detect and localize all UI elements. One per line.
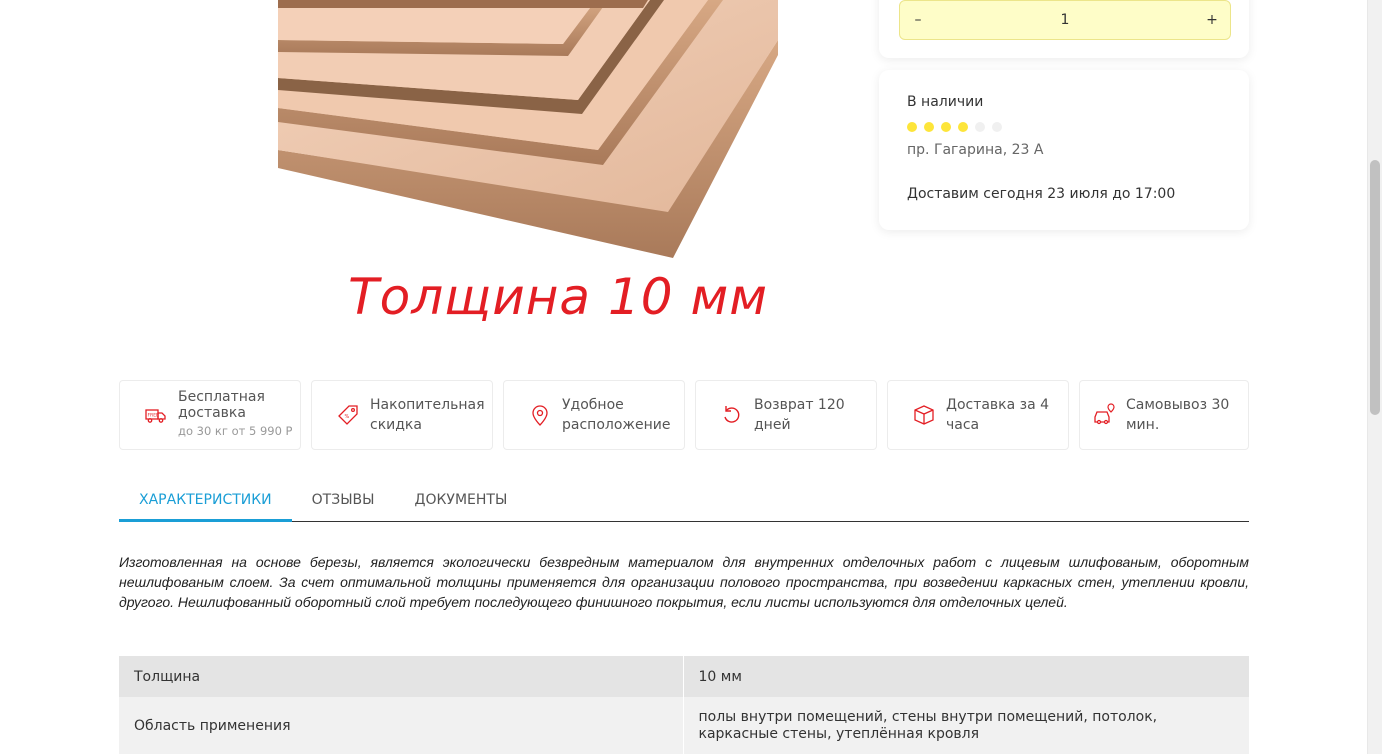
stock-status: В наличии bbox=[907, 94, 984, 110]
quantity-increase-button[interactable]: + bbox=[1194, 1, 1230, 39]
scrollbar-thumb[interactable] bbox=[1370, 160, 1380, 415]
feature-label: Накопительная скидка bbox=[370, 397, 485, 433]
box-icon bbox=[914, 405, 934, 425]
product-image: Толщина 10 мм bbox=[278, 0, 838, 345]
stock-level-dot bbox=[958, 122, 968, 132]
tab-characteristics[interactable]: ХАРАКТЕРИСТИКИ bbox=[119, 482, 292, 522]
spec-key: Область применения bbox=[119, 697, 684, 754]
feature-pickup: Самовывоз 30 мин. bbox=[1079, 380, 1249, 450]
stock-level-dot bbox=[941, 122, 951, 132]
features-bar: FREE Бесплатная доставка до 30 кг от 5 9… bbox=[119, 380, 1249, 450]
car-pickup-icon bbox=[1094, 403, 1115, 425]
store-address: пр. Гагарина, 23 А bbox=[907, 142, 1044, 158]
page-scrollbar[interactable] bbox=[1367, 0, 1382, 754]
feature-sublabel: до 30 кг от 5 990 Р bbox=[178, 424, 293, 438]
specs-table: Толщина 10 мм Область применения полы вн… bbox=[119, 656, 1249, 754]
product-description: Изготовленная на основе березы, является… bbox=[119, 554, 1249, 610]
tab-reviews[interactable]: ОТЗЫВЫ bbox=[292, 482, 395, 522]
quantity-stepper: – 1 + bbox=[899, 0, 1231, 40]
feature-location: Удобное расположение bbox=[503, 380, 685, 450]
feature-label: Возврат 120 дней bbox=[754, 397, 845, 433]
feature-label: Доставка за 4 часа bbox=[946, 397, 1050, 433]
svg-text:FREE: FREE bbox=[148, 413, 160, 419]
quantity-card: – 1 + bbox=[879, 0, 1249, 58]
table-row: Область применения полы внутри помещений… bbox=[119, 697, 1249, 754]
table-row: Толщина 10 мм bbox=[119, 656, 1249, 697]
feature-discount: % Накопительная скидка bbox=[311, 380, 493, 450]
feature-label: Бесплатная доставка bbox=[178, 389, 265, 421]
quantity-decrease-button[interactable]: – bbox=[900, 1, 936, 39]
stock-level-dot bbox=[907, 122, 917, 132]
stock-card: В наличии пр. Гагарина, 23 А Доставим се… bbox=[879, 70, 1249, 230]
discount-tag-icon: % bbox=[338, 405, 358, 425]
spec-key: Толщина bbox=[119, 656, 684, 697]
stock-level-indicator bbox=[907, 122, 1221, 132]
spec-value: 10 мм bbox=[683, 656, 1249, 697]
feature-label: Самовывоз 30 мин. bbox=[1126, 397, 1230, 433]
product-thickness-caption: Толщина 10 мм bbox=[348, 268, 768, 326]
spec-value: полы внутри помещений, стены внутри поме… bbox=[683, 697, 1249, 754]
return-arrow-icon bbox=[724, 406, 740, 423]
stock-level-dot bbox=[924, 122, 934, 132]
location-pin-icon bbox=[532, 405, 548, 426]
product-tabs: ХАРАКТЕРИСТИКИ ОТЗЫВЫ ДОКУМЕНТЫ bbox=[119, 482, 1249, 522]
free-delivery-truck-icon: FREE bbox=[145, 409, 166, 423]
feature-fast-delivery: Доставка за 4 часа bbox=[887, 380, 1069, 450]
delivery-info: Доставим сегодня 23 июля до 17:00 bbox=[907, 186, 1176, 202]
svg-text:%: % bbox=[345, 414, 350, 420]
feature-return: Возврат 120 дней bbox=[695, 380, 877, 450]
quantity-value[interactable]: 1 bbox=[1061, 12, 1070, 28]
tab-documents[interactable]: ДОКУМЕНТЫ bbox=[395, 482, 528, 522]
feature-free-delivery: FREE Бесплатная доставка до 30 кг от 5 9… bbox=[119, 380, 301, 450]
stock-level-dot bbox=[992, 122, 1002, 132]
stock-level-dot bbox=[975, 122, 985, 132]
feature-label: Удобное расположение bbox=[562, 397, 671, 433]
